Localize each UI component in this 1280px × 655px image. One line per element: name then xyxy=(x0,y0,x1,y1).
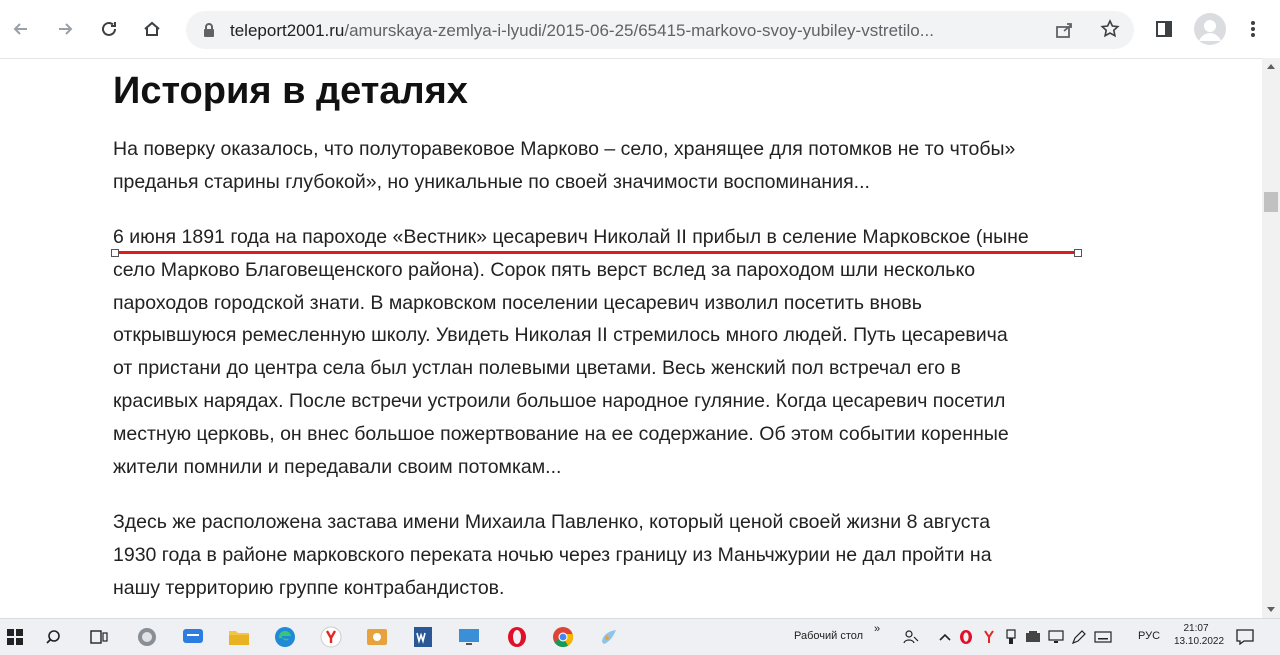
start-button[interactable] xyxy=(2,624,28,650)
clock-time: 21:07 xyxy=(1183,623,1209,634)
text-line: от пристани до центра села был устлан по… xyxy=(113,357,961,380)
url-text: teleport2001.ru/amurskaya-zemlya-i-lyudi… xyxy=(230,21,1030,41)
device-icon xyxy=(1026,631,1040,642)
home-icon xyxy=(144,21,160,36)
scroll-up-button[interactable] xyxy=(1262,58,1280,74)
tray-pen[interactable] xyxy=(1066,624,1092,650)
address-bar[interactable]: teleport2001.ru/amurskaya-zemlya-i-lyudi… xyxy=(186,11,1134,49)
opera-icon xyxy=(508,627,526,647)
text-line: местную церковь, он внес большое пожертв… xyxy=(113,422,1009,445)
people-icon xyxy=(903,630,919,644)
windows-logo-icon xyxy=(7,629,23,645)
url-path: /amurskaya-zemlya-i-lyudi/2015-06-25/654… xyxy=(344,21,934,40)
folder-icon xyxy=(229,631,249,645)
taskbar-app-paint[interactable] xyxy=(596,624,622,650)
task-view-icon xyxy=(90,630,108,644)
triangle-up-icon xyxy=(1267,64,1275,69)
share-icon[interactable] xyxy=(1054,20,1074,45)
lock-icon[interactable] xyxy=(202,22,216,43)
taskbar-app-chrome[interactable] xyxy=(550,624,576,650)
text-line: нашу территорию группе контрабандистов. xyxy=(113,576,505,599)
text-line: преданья старины глубокой», но уникальны… xyxy=(113,170,870,193)
toolbar-expand-icon[interactable]: » xyxy=(874,623,880,635)
taskbar-app-opera[interactable] xyxy=(504,624,530,650)
windows-taskbar: Рабочий стол » РУС 21:07 13.10.2022 xyxy=(0,618,1280,655)
language-indicator[interactable]: РУС xyxy=(1138,630,1160,642)
side-panel-icon xyxy=(1156,21,1172,37)
paragraph-intro: На поверку оказалось, что полуторавеково… xyxy=(113,133,1015,199)
network-icon xyxy=(1048,630,1064,643)
chevron-up-icon xyxy=(939,633,951,641)
page-viewport[interactable]: История в деталях На поверку оказалось, … xyxy=(0,58,1262,618)
usb-icon xyxy=(1006,629,1016,644)
paint-icon xyxy=(602,630,616,644)
side-panel-button[interactable] xyxy=(1148,13,1180,45)
paragraph-history: 6 июня 1891 года на пароходе «Вестник» ц… xyxy=(113,221,1029,483)
text-line: Здесь же расположена застава имени Михаи… xyxy=(113,511,991,533)
text-line: красивых нарядах. После встречи устроили… xyxy=(113,389,1006,412)
text-line: 6 июня 1891 года на пароходе «Вестник» ц… xyxy=(113,226,1029,248)
url-domain: teleport2001.ru xyxy=(230,21,345,40)
menu-button[interactable] xyxy=(1237,13,1269,45)
scroll-down-button[interactable] xyxy=(1262,602,1280,618)
home-button[interactable] xyxy=(136,13,168,45)
task-view-button[interactable] xyxy=(86,624,112,650)
monitor-icon xyxy=(459,629,479,645)
keyboard-icon xyxy=(1094,631,1112,643)
taskbar-app-edge[interactable] xyxy=(272,624,298,650)
forward-arrow-icon xyxy=(59,23,73,35)
desktop-toolbar-label[interactable]: Рабочий стол xyxy=(794,630,863,642)
reload-button[interactable] xyxy=(93,13,125,45)
text-line: открывшуюся ремесленную школу. Увидеть Н… xyxy=(113,324,1008,347)
opera-tray-icon xyxy=(960,630,972,644)
forward-button[interactable] xyxy=(49,13,81,45)
text-line: пароходов городской знати. В марковском … xyxy=(113,291,922,314)
notifications-button[interactable] xyxy=(1232,624,1258,650)
clock[interactable]: 21:07 13.10.2022 xyxy=(1174,622,1225,648)
annotation-handle-start[interactable] xyxy=(111,249,119,257)
chat-icon xyxy=(183,629,203,643)
notification-icon xyxy=(1236,629,1254,645)
taskbar-app-cortana[interactable] xyxy=(134,624,160,650)
paragraph-outpost: Здесь же расположена застава имени Михаи… xyxy=(113,506,992,604)
tray-people[interactable] xyxy=(898,624,924,650)
yandex-tray-icon xyxy=(984,630,994,643)
scrollbar-thumb[interactable] xyxy=(1264,192,1278,212)
taskbar-app-chat[interactable] xyxy=(180,624,206,650)
search-button[interactable] xyxy=(40,624,66,650)
taskbar-app-monitor[interactable] xyxy=(456,624,482,650)
profile-avatar[interactable] xyxy=(1194,13,1226,45)
kebab-menu-icon xyxy=(1251,21,1255,37)
reload-icon xyxy=(102,21,116,36)
taskbar-app-word[interactable] xyxy=(410,624,436,650)
user-icon xyxy=(1199,20,1221,41)
yandex-icon xyxy=(320,626,342,648)
text-line: 1930 года в районе марковского переката … xyxy=(113,543,992,566)
back-arrow-icon xyxy=(13,23,27,35)
article-heading: История в деталях xyxy=(113,70,468,112)
text-line: На поверку оказалось, что полуторавеково… xyxy=(113,138,1016,160)
taskbar-app-yandex[interactable] xyxy=(318,624,344,650)
clock-date: 13.10.2022 xyxy=(1174,636,1225,647)
text-line: жители помнили и передавали своим потомк… xyxy=(113,455,562,478)
photo-viewer-icon xyxy=(367,629,387,645)
text-line: село Марково Благовещенского района). Со… xyxy=(113,258,976,281)
cortana-icon xyxy=(138,628,156,646)
star-icon[interactable] xyxy=(1100,19,1120,44)
red-underline-annotation[interactable] xyxy=(113,251,1080,254)
chrome-icon xyxy=(553,627,574,647)
vertical-scrollbar[interactable] xyxy=(1262,58,1280,618)
pen-icon xyxy=(1071,630,1086,645)
annotation-handle-end[interactable] xyxy=(1074,249,1082,257)
word-icon xyxy=(414,627,432,647)
browser-toolbar: teleport2001.ru/amurskaya-zemlya-i-lyudi… xyxy=(0,0,1280,59)
triangle-down-icon xyxy=(1267,607,1275,612)
tray-keyboard[interactable] xyxy=(1090,624,1116,650)
search-icon xyxy=(46,630,60,644)
taskbar-app-explorer[interactable] xyxy=(226,624,252,650)
back-button[interactable] xyxy=(5,13,37,45)
edge-icon xyxy=(275,627,295,647)
taskbar-app-viewer[interactable] xyxy=(364,624,390,650)
